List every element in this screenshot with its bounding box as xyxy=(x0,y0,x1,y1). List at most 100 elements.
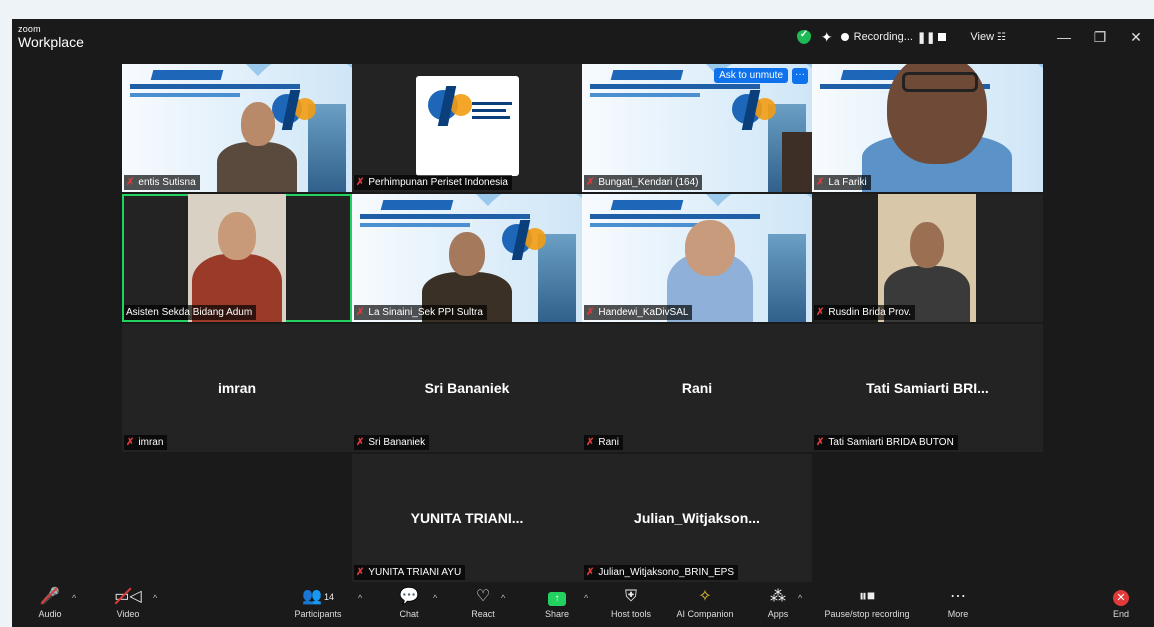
video-tile-lasinaini[interactable]: ✗ La Sinaini_Sek PPI Sultra xyxy=(352,194,582,322)
stop-recording-icon[interactable] xyxy=(938,33,947,41)
ai-companion-button[interactable]: ✧ AI Companion xyxy=(668,585,742,627)
video-tile-bungati[interactable]: Ask to unmute ··· ✗ Bungati_Kendari (164) xyxy=(582,64,812,192)
participant-name: Julian_Witjaksono_BRIN_EPS xyxy=(598,567,735,578)
pause-stop-recording-button[interactable]: ⏸⏹ Pause/stop recording xyxy=(812,585,922,627)
brand-big: Workplace xyxy=(18,34,84,50)
view-button[interactable]: View xyxy=(970,31,994,43)
mic-muted-icon: ✗ xyxy=(816,437,825,448)
audio-options-chevron-icon[interactable]: ^ xyxy=(72,593,76,603)
share-screen-icon: ↑ xyxy=(548,592,566,606)
react-options-chevron-icon[interactable]: ^ xyxy=(501,593,505,603)
recording-status: Recording... xyxy=(853,31,913,43)
participant-name: entis Sutisna xyxy=(138,177,196,188)
host-tools-button[interactable]: ⛨ Host tools xyxy=(604,585,658,627)
host-shield-icon: ⛨ xyxy=(624,588,637,605)
mic-muted-icon: ✗ xyxy=(356,437,365,448)
participant-nameplate: ✗ imran xyxy=(124,435,168,450)
share-options-chevron-icon[interactable]: ^ xyxy=(584,593,588,603)
ppi-logo-card xyxy=(416,76,519,176)
participant-name: Sri Bananiek xyxy=(368,437,426,448)
participant-video xyxy=(862,64,1012,192)
participant-name: Tati Samiarti BRIDA BUTON xyxy=(828,437,954,448)
participant-video xyxy=(217,102,297,192)
video-tile-sri[interactable]: Sri Bananiek ✗ Sri Bananiek xyxy=(352,324,582,452)
participant-name: Rusdin Brida Prov. xyxy=(828,307,912,318)
participants-button[interactable]: 👥 14 Participants xyxy=(286,585,350,627)
participant-nameplate: ✗ Rani xyxy=(584,435,623,450)
more-icon: ⋯ xyxy=(950,588,966,605)
participant-display-name: YUNITA TRIANI... xyxy=(410,510,524,526)
webinar-slide xyxy=(582,64,812,192)
mic-muted-icon: ✗ xyxy=(356,567,365,578)
video-label: Video xyxy=(116,609,140,619)
apps-icon: ⁂ xyxy=(770,588,786,605)
more-options-icon[interactable]: ··· xyxy=(792,68,808,84)
share-button[interactable]: ↑ Share xyxy=(540,585,574,627)
mic-muted-icon: ✗ xyxy=(126,437,135,448)
participant-display-name: Rani xyxy=(681,380,713,396)
grid-view-icon[interactable]: ☷ xyxy=(997,32,1006,43)
end-label: End xyxy=(1112,609,1129,619)
chat-options-chevron-icon[interactable]: ^ xyxy=(433,593,437,603)
participants-options-chevron-icon[interactable]: ^ xyxy=(358,593,362,603)
end-button[interactable]: ✕ End xyxy=(1104,585,1138,627)
video-off-icon: ▭◁ xyxy=(114,585,141,609)
video-options-chevron-icon[interactable]: ^ xyxy=(153,593,157,603)
meeting-toolbar: 🎤 Audio ^ ▭◁ Video ^ 👥 14 Participants ^ … xyxy=(12,585,1154,627)
video-tile-lafariki[interactable]: ✗ La Fariki xyxy=(812,64,1043,192)
mic-muted-icon: ✗ xyxy=(586,437,595,448)
participant-nameplate: ✗ La Sinaini_Sek PPI Sultra xyxy=(354,305,487,320)
react-heart-icon: ♡ xyxy=(475,588,491,605)
participant-count: 14 xyxy=(323,592,334,602)
video-button[interactable]: ▭◁ Video xyxy=(110,585,146,627)
participant-name: Asisten Sekda Bidang Adum xyxy=(126,307,253,318)
mic-muted-icon: ✗ xyxy=(586,177,595,188)
brand-small: zoom xyxy=(18,24,41,34)
participant-nameplate: ✗ Tati Samiarti BRIDA BUTON xyxy=(814,435,958,450)
participant-name: La Fariki xyxy=(828,177,867,188)
ask-to-unmute-button[interactable]: Ask to unmute xyxy=(714,68,788,83)
react-button[interactable]: ♡ React xyxy=(466,585,500,627)
title-bar: zoom Workplace ✦ Recording... ❚❚ View ☷ … xyxy=(12,19,1154,55)
ai-companion-label: AI Companion xyxy=(676,609,734,619)
audio-button[interactable]: 🎤 Audio xyxy=(32,585,68,627)
participant-name: imran xyxy=(138,437,164,448)
chat-button[interactable]: 💬 Chat xyxy=(392,585,426,627)
participant-name: Perhimpunan Periset Indonesia xyxy=(368,177,508,188)
pause-recording-icon[interactable]: ❚❚ xyxy=(917,31,935,44)
participant-nameplate: ✗ YUNITA TRIANI AYU xyxy=(354,565,466,580)
ppi-logo-icon xyxy=(732,90,778,130)
encryption-shield-icon[interactable] xyxy=(796,29,811,44)
pause-stop-recording-icon: ⏸⏹ xyxy=(858,588,875,605)
mic-muted-icon: ✗ xyxy=(586,307,595,318)
video-tile-rusdin[interactable]: ✗ Rusdin Brida Prov. xyxy=(812,194,1043,322)
video-tile-julian[interactable]: Julian_Witjakson... ✗ Julian_Witjaksono_B… xyxy=(582,454,812,582)
participant-display-name: imran xyxy=(217,380,257,396)
participant-nameplate: ✗ Handewi_KaDivSAL xyxy=(584,305,693,320)
video-tile-asisten[interactable]: Asisten Sekda Bidang Adum xyxy=(122,194,352,322)
apps-button[interactable]: ⁂ Apps xyxy=(760,585,796,627)
video-tile-handewi[interactable]: ✗ Handewi_KaDivSAL xyxy=(582,194,812,322)
video-tile-ppi[interactable]: ✗ Perhimpunan Periset Indonesia xyxy=(352,64,582,192)
zoom-window: zoom Workplace ✦ Recording... ❚❚ View ☷ … xyxy=(12,19,1154,627)
video-tile-entis[interactable]: ✗ entis Sutisna xyxy=(122,64,352,192)
ai-sparkle-icon[interactable]: ✦ xyxy=(821,29,833,46)
video-tile-yunita[interactable]: YUNITA TRIANI... ✗ YUNITA TRIANI AYU xyxy=(352,454,582,582)
minimize-icon[interactable]: — xyxy=(1046,29,1082,45)
participants-icon: 👥 xyxy=(302,588,322,605)
video-tile-rani[interactable]: Rani ✗ Rani xyxy=(582,324,812,452)
restore-icon[interactable]: ❐ xyxy=(1082,29,1118,46)
apps-options-chevron-icon[interactable]: ^ xyxy=(798,593,802,603)
participant-name: Bungati_Kendari (164) xyxy=(598,177,699,188)
participant-nameplate: ✗ Bungati_Kendari (164) xyxy=(584,175,703,190)
close-icon[interactable]: ✕ xyxy=(1118,29,1154,46)
video-tile-imran[interactable]: imran ✗ imran xyxy=(122,324,352,452)
more-label: More xyxy=(947,609,969,619)
video-tile-tati[interactable]: Tati Samiarti BRI... ✗ Tati Samiarti BRID… xyxy=(812,324,1043,452)
end-meeting-icon: ✕ xyxy=(1113,590,1129,606)
participant-nameplate: ✗ Sri Bananiek xyxy=(354,435,430,450)
mic-muted-icon: 🎤 xyxy=(40,585,60,609)
participant-nameplate: ✗ La Fariki xyxy=(814,175,871,190)
participant-nameplate: ✗ Rusdin Brida Prov. xyxy=(814,305,916,320)
more-button[interactable]: ⋯ More xyxy=(940,585,976,627)
